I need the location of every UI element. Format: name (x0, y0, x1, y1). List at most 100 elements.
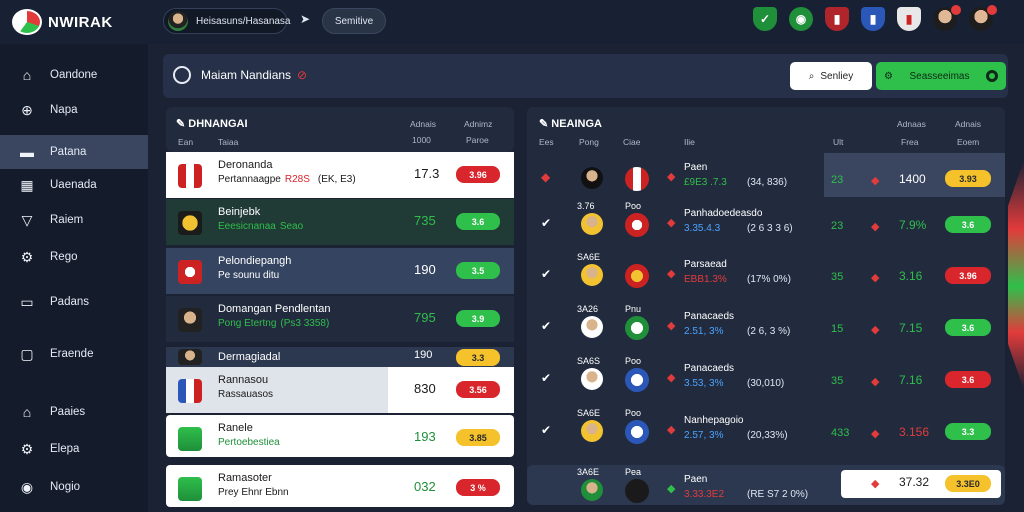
diamond-icon: ◆ (667, 320, 676, 332)
subtitle-tail: (Ps3 3358) (280, 318, 330, 329)
table-row[interactable]: ✔ SA6E ◆ Parsaead EBB1.3% (17% 0%) 35 ◆ 3.16 3.96 (527, 250, 1005, 301)
odds-badge[interactable]: 3.96 (945, 267, 991, 284)
club-shield-green-icon[interactable]: ✓ (753, 7, 777, 31)
odds-badge[interactable]: 3.6 (456, 213, 500, 230)
table-row[interactable]: Ranele Pertoebestiea 193 3.85 (166, 415, 514, 457)
stat-value: 15 (831, 323, 844, 335)
team-crest-icon (178, 308, 202, 332)
table-row[interactable]: ✔ 3A26 Pnu ◆ Panacaeds 2.51, 3% (2 6, 3 %) 15 ◆ 7… (527, 302, 1005, 353)
odds-badge[interactable]: 3.96 (456, 166, 500, 183)
row-checkbox[interactable]: ◆ (541, 170, 550, 184)
sidebar-item-0[interactable]: ⌂ Oandone (0, 58, 148, 92)
profile-avatar-2-icon[interactable] (969, 5, 997, 31)
row-checkbox[interactable]: ✔ (541, 319, 551, 333)
app-logo[interactable]: NWIRAK (12, 8, 142, 36)
club-crest-blue-icon[interactable]: ▮ (861, 7, 885, 31)
odds-badge[interactable]: 3.6 (945, 371, 991, 388)
subtitle-text: Pertannaagpe (218, 174, 281, 185)
right-col-5: Adnaas (897, 119, 926, 129)
bet-detail: (17% 0%) (747, 274, 791, 285)
sidebar-item-7[interactable]: ▢ Eraende (0, 337, 148, 371)
subtitle-text: Prey Ehnr Ebnn (218, 487, 289, 498)
send-arrow-icon[interactable]: ➤ (300, 12, 310, 26)
odds-badge[interactable]: 3.3 (456, 349, 500, 366)
odds-badge[interactable]: 3.5 (456, 262, 500, 279)
odds-badge[interactable]: 3.3E0 (945, 475, 991, 492)
sidebar-item-5[interactable]: ⚙ Rego (0, 240, 148, 274)
row-checkbox[interactable]: ✔ (541, 371, 551, 385)
odds-value: 37.32 (899, 475, 930, 489)
search-button[interactable]: ⌕ Senliey (790, 62, 872, 90)
sidebar-item-1[interactable]: ⊕ Napa (0, 93, 148, 127)
odds-badge[interactable]: 3.85 (456, 429, 500, 446)
right-col-7: Frea (901, 137, 919, 147)
club-crest-stripes-icon[interactable]: ▮ (897, 7, 921, 31)
table-row[interactable]: ◆ ◆ Paen £9E3 .7.3 (34, 836) 23 ◆ 1400 3.93 (527, 153, 1005, 197)
table-row[interactable]: Domangan Pendlentan Pong Etertng (Ps3 3358… (166, 296, 514, 342)
sidebar-item-6[interactable]: ▭ Padans (0, 285, 148, 319)
team-name: Dermagiadal (218, 351, 281, 363)
odds-badge[interactable]: 3.56 (456, 381, 500, 398)
subtitle-text: Pe sounu ditu (218, 270, 280, 281)
diamond-small-icon: ◆ (871, 221, 880, 233)
diamond-small-icon: ◆ (871, 272, 880, 284)
row-checkbox[interactable]: ✔ (541, 267, 551, 281)
sidebar-item-8[interactable]: ⌂ Paaies (0, 395, 148, 429)
user-label: Heisasuns/Hasanasa (196, 15, 291, 27)
club-round-green-icon[interactable]: ◉ (789, 7, 813, 31)
team-name: Deronanda (218, 159, 273, 171)
sidebar-item-9[interactable]: ⚙ Elepa (0, 432, 148, 466)
table-row[interactable]: 3A6E Pea ◆ Paen 3.33.3E2 (RE S7 2 0%) ◆ 37.32 3.… (527, 465, 1005, 505)
club-crest-red-icon[interactable]: ▮ (825, 7, 849, 31)
service-button[interactable]: Semitive (322, 8, 386, 34)
table-row[interactable]: Ramasoter Prey Ehnr Ebnn 032 3 % (166, 465, 514, 507)
stat-value: 23 (831, 220, 844, 232)
user-selector[interactable]: Heisasuns/Hasanasa (163, 8, 291, 34)
table-row[interactable]: Dermagiadal 190 3.3 (166, 347, 514, 367)
diamond-small-icon: ◆ (871, 428, 880, 440)
odds-badge[interactable]: 3.3 (945, 423, 991, 440)
table-row[interactable]: ✔ 3.76 Poo ◆ Panhadoedeasdo 3.35.4.3 (2 6 3 3 … (527, 199, 1005, 250)
row-checkbox[interactable]: ✔ (541, 216, 551, 230)
shield-icon: ▽ (21, 211, 33, 228)
player-tag: SA6E (577, 252, 601, 262)
team-name: Rannasou (218, 374, 269, 386)
club-crest-icon (625, 368, 649, 392)
odds-badge[interactable]: 3.9 (456, 310, 500, 327)
odds-value: 3.156 (899, 425, 930, 439)
row-checkbox[interactable]: ✔ (541, 423, 551, 437)
decorative-accent-stripe (1008, 160, 1024, 390)
odds-badge[interactable]: 3.93 (945, 170, 991, 187)
sidebar-item-4[interactable]: ▽ Raiem (0, 203, 148, 237)
diamond-icon: ◆ (667, 268, 676, 280)
sidebar-item-2[interactable]: ▬ Patana (0, 135, 148, 169)
subtitle-text: Rassauasos (218, 389, 274, 400)
table-row[interactable]: Pelondiepangh Pe sounu ditu 190 3.5 (166, 248, 514, 294)
bet-value: 2.51, 3% (684, 326, 724, 337)
odds-badge[interactable]: 3.6 (945, 216, 991, 233)
table-row[interactable]: Beinjebk Eeesicnanaa Seao 735 3.6 (166, 199, 514, 245)
table-row[interactable]: Deronanda Pertannaagpe R28S (EK, E3) 17.3 3.9… (166, 152, 514, 198)
profile-avatar-icon[interactable] (933, 5, 961, 31)
table-row[interactable]: ✔ SA6S Poo ◆ Panacaeds 3.53, 3% (30,010) 35 ◆ 7.1… (527, 354, 1005, 405)
sidebar-item-label: Rego (50, 251, 78, 263)
odds-badge[interactable]: 3 % (456, 479, 500, 496)
team-name: Pelondiepangh (218, 255, 292, 267)
sidebar-item-10[interactable]: ◉ Nogio (0, 470, 148, 504)
sidebar-item-3[interactable]: ▦ Uaenada (0, 168, 148, 202)
bet-name: Panacaeds (684, 363, 735, 374)
left-panel-header: ✎ DHNANGAI Ean Taiaa Adnais Adnimz 1000 … (166, 107, 514, 152)
right-panel-title: ✎ NEAINGA (539, 118, 603, 130)
primary-action-button[interactable]: ⚙ Seasseeimas (876, 62, 1006, 90)
diamond-icon: ◆ (667, 372, 676, 384)
search-icon: ⌕ (808, 70, 815, 82)
stat-value: 35 (831, 271, 844, 283)
team-subtitle: Eeesicnanaa Seao (218, 221, 303, 232)
table-row[interactable]: Rannasou Rassauasos 830 3.56 (166, 367, 514, 413)
sidebar-item-label: Patana (50, 146, 87, 158)
table-row[interactable]: ✔ SA6E Poo ◆ Nanhepagoio 2.57, 3% (20,33%) 433 ◆… (527, 406, 1005, 457)
bet-value: 3.33.3E2 (684, 489, 725, 500)
gear-icon: ⚙ (20, 440, 34, 457)
odds-badge[interactable]: 3.6 (945, 319, 991, 336)
player-avatar (581, 479, 603, 501)
